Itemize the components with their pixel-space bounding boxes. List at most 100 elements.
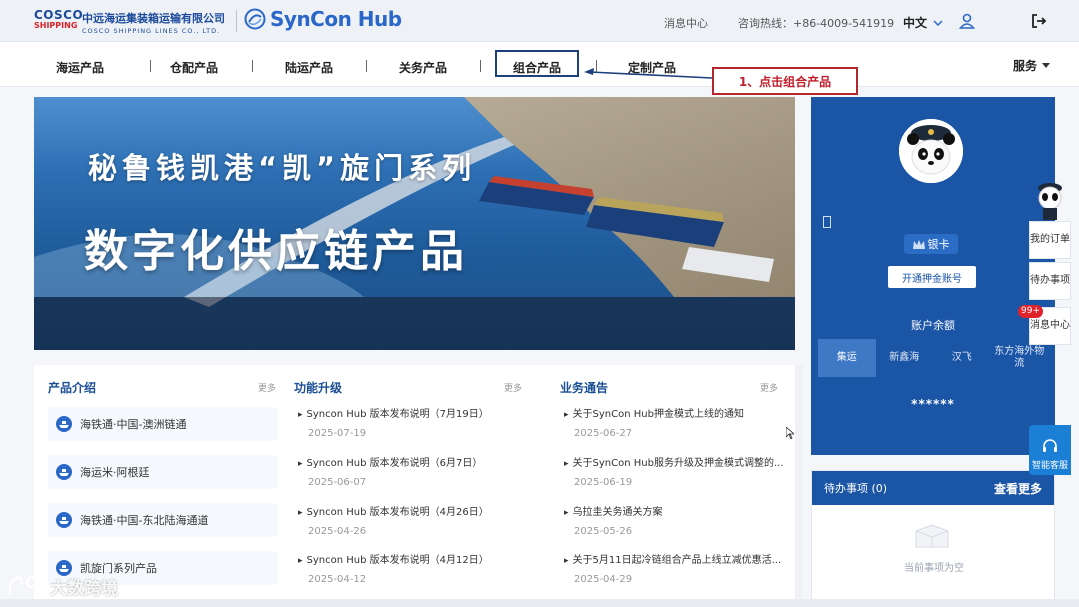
- balance-tabs: 集运 新鑫海 汉飞 东方海外物流: [818, 339, 1048, 377]
- notice-date: 2025-06-27: [574, 428, 633, 439]
- notice-item[interactable]: 关于SynCon Hub服务升级及押金模式调整的... 2025-06-19: [564, 454, 784, 488]
- cosco-logo[interactable]: COSCO SHIPPING: [34, 8, 84, 33]
- product-intro-more-link[interactable]: 更多: [258, 381, 276, 394]
- todo-card: 待办事项 (0) 查看更多 当前事项为空: [811, 470, 1055, 600]
- todo-title: 待办事项 (0): [824, 482, 888, 495]
- banner-title-line1: 秘鲁钱凯港“凯”旋门系列: [88, 151, 477, 185]
- caret-down-icon: [1042, 62, 1051, 68]
- member-level-label: 银卡: [927, 238, 950, 251]
- product-item[interactable]: 海铁通·中国-澳洲链通: [48, 407, 278, 441]
- message-center-link[interactable]: 消息中心: [664, 15, 708, 31]
- profile-card: 银卡 开通押金账号 账户余额 集运 新鑫海 汉飞 东方海外物流 ******: [811, 97, 1055, 455]
- product-item[interactable]: 海运米·阿根廷: [48, 455, 278, 489]
- notice-title: 关于SynCon Hub服务升级及押金模式调整的...: [564, 454, 784, 469]
- balance-tab-hanfei[interactable]: 汉飞: [933, 339, 991, 377]
- notice-title: 关于SynCon Hub押金模式上线的通知: [564, 405, 784, 420]
- language-selector[interactable]: 中文: [903, 14, 943, 31]
- watermark: 大数跨境: [6, 572, 118, 600]
- nav-item-combo[interactable]: 组合产品: [513, 59, 561, 76]
- notice-title: 关于5月11日起冷链组合产品上线立减优惠活...: [564, 551, 784, 566]
- empty-box-icon: [915, 524, 949, 548]
- balance-tab-xinxinhai[interactable]: 新鑫海: [876, 339, 934, 377]
- notice-item[interactable]: 关于5月11日起冷链组合产品上线立减优惠活... 2025-04-29: [564, 551, 784, 585]
- todo-view-more-link[interactable]: 查看更多: [994, 480, 1042, 497]
- notice-item[interactable]: 关于SynCon Hub押金模式上线的通知 2025-06-27: [564, 405, 784, 439]
- upgrades-more-link[interactable]: 更多: [504, 381, 522, 394]
- upgrades-title: 功能升级: [294, 381, 343, 395]
- ship-icon: [56, 512, 72, 528]
- product-item[interactable]: 海铁通·中国-东北陆海通道: [48, 503, 278, 537]
- todo-empty-text: 当前事项为空: [904, 563, 964, 574]
- nav-item-customs[interactable]: 关务产品: [399, 59, 447, 76]
- open-deposit-account-button[interactable]: 开通押金账号: [888, 266, 976, 288]
- avatar[interactable]: [899, 119, 963, 183]
- cosco-logo-bottom: SHIPPING: [34, 21, 78, 30]
- crown-icon: [912, 239, 925, 249]
- notices-more-link[interactable]: 更多: [760, 381, 778, 394]
- ai-customer-service-label: 智能客服: [1031, 461, 1068, 471]
- upgrade-news-item[interactable]: Syncon Hub 版本发布说明（4月12日） 2025-04-12: [298, 551, 528, 585]
- mouse-cursor-icon: [786, 427, 794, 439]
- product-item-label: 海运米·阿根廷: [80, 466, 150, 479]
- headset-icon: [1043, 439, 1057, 452]
- logout-icon[interactable]: [1030, 12, 1048, 30]
- balance-tab-jiyun[interactable]: 集运: [818, 339, 876, 377]
- annotation-arrow: [584, 68, 713, 79]
- company-name: 中远海运集装箱运输有限公司 COSCO SHIPPING LINES CO., …: [82, 10, 225, 35]
- notice-date: 2025-05-26: [574, 526, 633, 537]
- nav-service-label: 服务: [1013, 59, 1038, 73]
- side-my-orders[interactable]: 我的订单: [1029, 221, 1071, 259]
- banner-overlay-band: [34, 297, 795, 350]
- content-scrollbar[interactable]: [795, 365, 803, 607]
- side-todo[interactable]: 待办事项: [1029, 262, 1071, 300]
- notice-date: 2025-04-29: [574, 574, 633, 585]
- panda-mascot-icon: [1038, 183, 1062, 220]
- user-icon[interactable]: [958, 12, 976, 30]
- upgrade-news-title: Syncon Hub 版本发布说明（4月26日）: [298, 503, 528, 518]
- nav-item-land[interactable]: 陆运产品: [285, 59, 333, 76]
- hero-banner[interactable]: 秘鲁钱凯港“凯”旋门系列 数字化供应链产品: [34, 97, 795, 350]
- nav-separator: [480, 60, 481, 72]
- company-name-cn: 中远海运集装箱运输有限公司: [82, 12, 225, 25]
- watermark-logo-icon: [8, 575, 46, 595]
- nav-separator: [366, 60, 367, 72]
- page-horizontal-scrollbar[interactable]: [0, 599, 1079, 607]
- ai-customer-service-button[interactable]: 智能客服: [1029, 425, 1071, 475]
- main-nav: 海运产品 仓配产品 陆运产品 关务产品 组合产品 定制产品 服务: [0, 42, 1079, 87]
- upgrade-news-date: 2025-06-07: [308, 477, 367, 488]
- todo-header: 待办事项 (0) 查看更多: [812, 471, 1054, 505]
- upgrade-news-title: Syncon Hub 版本发布说明（4月12日）: [298, 551, 528, 566]
- upgrade-news-title: Syncon Hub 版本发布说明（7月19日）: [298, 405, 528, 420]
- company-name-en: COSCO SHIPPING LINES CO., LTD.: [82, 27, 221, 35]
- product-item-label: 海铁通·中国-澳洲链通: [80, 418, 187, 431]
- upgrade-news-item[interactable]: Syncon Hub 版本发布说明（4月26日） 2025-04-26: [298, 503, 528, 537]
- upgrade-news-item[interactable]: Syncon Hub 版本发布说明（6月7日） 2025-06-07: [298, 454, 528, 488]
- notice-date: 2025-06-19: [574, 477, 633, 488]
- cosco-logo-top: COSCO: [34, 8, 84, 22]
- logo-divider: [236, 10, 237, 32]
- member-level-badge: 银卡: [904, 234, 958, 254]
- syncon-mark-icon: [244, 8, 266, 30]
- banner-title-line2: 数字化供应链产品: [84, 226, 468, 277]
- ship-icon: [56, 416, 72, 432]
- copy-icon[interactable]: [823, 216, 831, 228]
- chevron-down-icon: [933, 19, 943, 26]
- upgrade-news-item[interactable]: Syncon Hub 版本发布说明（7月19日） 2025-07-19: [298, 405, 528, 439]
- notice-title: 乌拉圭关务通关方案: [564, 503, 784, 518]
- nav-item-shipping[interactable]: 海运产品: [56, 59, 104, 76]
- watermark-text: 大数跨境: [50, 578, 118, 599]
- account-balance-value: ******: [911, 397, 955, 411]
- syncon-hub-logo[interactable]: SynCon Hub: [244, 7, 402, 31]
- nav-service-menu[interactable]: 服务: [1013, 57, 1051, 74]
- upgrade-news-date: 2025-04-12: [308, 574, 367, 585]
- ship-icon: [56, 464, 72, 480]
- top-bar: COSCO SHIPPING 中远海运集装箱运输有限公司 COSCO SHIPP…: [0, 0, 1079, 42]
- nav-item-warehouse[interactable]: 仓配产品: [170, 59, 218, 76]
- panda-avatar-icon: [899, 119, 963, 183]
- notice-item[interactable]: 乌拉圭关务通关方案 2025-05-26: [564, 503, 784, 537]
- hotline-text: 咨询热线：+86-4009-541919: [738, 17, 895, 30]
- nav-separator: [150, 60, 151, 72]
- annotation-callout: 1、点击组合产品: [712, 67, 858, 95]
- info-section: 产品介绍 更多 海铁通·中国-澳洲链通 海运米·阿根廷 海铁通·中国-东北陆海通…: [34, 365, 795, 607]
- notices-title: 业务通告: [560, 381, 609, 395]
